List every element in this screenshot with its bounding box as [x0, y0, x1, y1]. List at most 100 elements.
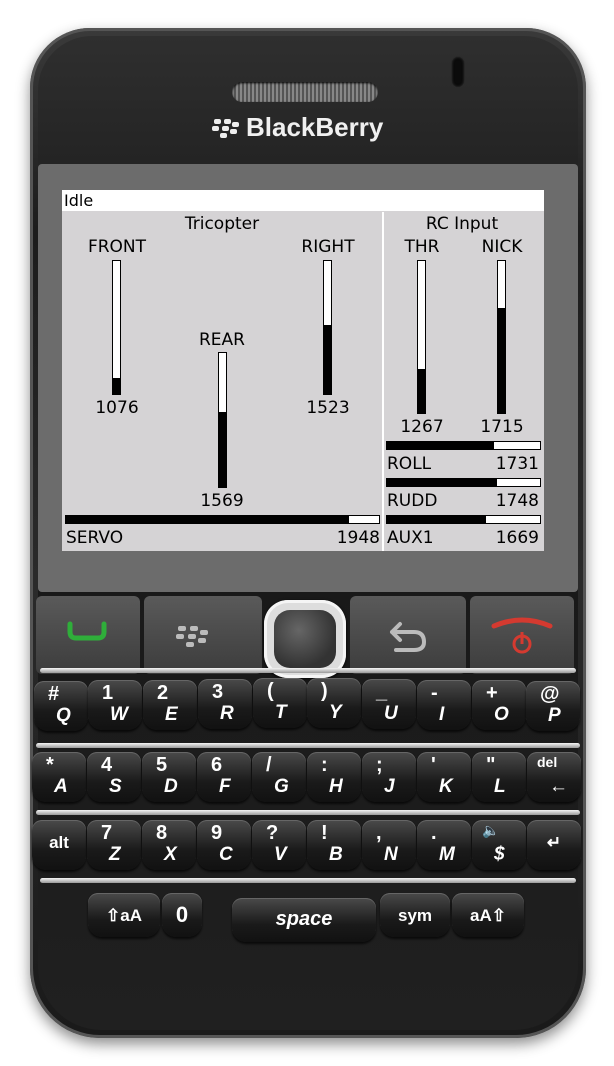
nick-bar: [497, 260, 506, 414]
shift-left-key[interactable]: ⇧aA: [88, 893, 160, 937]
key-row3-2[interactable]: 8X: [142, 820, 196, 870]
key-symbol: 2: [157, 681, 169, 704]
key-row2-2[interactable]: 5D: [142, 752, 196, 802]
key-row1-8[interactable]: + O: [472, 680, 526, 731]
key-letter: H: [329, 776, 343, 797]
key-row3-0[interactable]: alt: [32, 820, 86, 870]
key-row1-3[interactable]: 3R: [198, 678, 252, 729]
key-symbol: 3: [212, 680, 224, 703]
key-letter: W: [110, 704, 128, 726]
rudd-label: RUDD: [387, 491, 438, 511]
key-row3-3[interactable]: 9C: [197, 820, 251, 870]
nick-value: 1715: [480, 417, 524, 437]
rear-value: 1569: [200, 491, 244, 511]
servo-label: SERVO: [66, 528, 124, 548]
key-row3-9[interactable]: ↵: [527, 820, 581, 870]
key-row2-5[interactable]: :H: [307, 752, 361, 802]
key-symbol: 7: [101, 822, 113, 844]
key-row3-6[interactable]: ,N: [362, 820, 416, 870]
back-button[interactable]: [350, 596, 466, 674]
key-symbol: del: [537, 754, 558, 770]
thr-bar: [417, 260, 426, 414]
key-row1-9[interactable]: @ P: [526, 680, 580, 731]
key-symbol: 9: [211, 822, 223, 844]
blackberry-logo-icon: [212, 119, 244, 139]
key-row1-7[interactable]: -I: [417, 679, 471, 730]
notification-led: [451, 56, 465, 88]
key-row1-4[interactable]: (T: [253, 678, 307, 729]
front-label: FRONT: [87, 237, 147, 257]
key-letter: L: [494, 776, 506, 797]
right-value: 1523: [306, 398, 350, 418]
key-symbol: 6: [211, 754, 223, 776]
key-letter: D: [164, 776, 178, 797]
brand-name: BlackBerry: [246, 112, 384, 142]
key-symbol: /: [266, 754, 272, 776]
key-symbol: .: [431, 822, 437, 844]
key-letter: P: [548, 704, 561, 726]
key-row3-5[interactable]: ! B: [307, 820, 361, 870]
key-row2-8[interactable]: " L: [472, 752, 526, 802]
menu-button[interactable]: [144, 596, 262, 674]
aux1-value: 1669: [495, 528, 539, 548]
key-letter: G: [274, 776, 289, 797]
trackpad[interactable]: [264, 600, 346, 678]
key-row2-7[interactable]: ' K: [417, 752, 471, 802]
key-letter: T: [275, 702, 287, 724]
key-symbol: !: [321, 822, 328, 844]
phone-green-icon: [67, 621, 107, 641]
panel-divider: [382, 212, 384, 551]
aux1-bar: [386, 515, 541, 524]
key-row3-4[interactable]: ? V: [252, 820, 306, 870]
key-symbol: +: [486, 682, 498, 705]
roll-label: ROLL: [387, 454, 432, 474]
key-symbol: 4: [101, 754, 113, 776]
key-row1-5[interactable]: ) Y: [307, 678, 361, 729]
key-symbol: (: [267, 680, 274, 703]
key-symbol: 5: [156, 754, 168, 776]
rudd-bar: [386, 478, 541, 487]
end-call-power-icon: [491, 617, 553, 654]
key-row3-7[interactable]: .M: [417, 820, 471, 870]
key-row3-1[interactable]: 7Z: [87, 820, 141, 870]
call-button[interactable]: [36, 596, 140, 674]
end-call-button[interactable]: [470, 596, 574, 674]
zero-key[interactable]: 0: [162, 893, 202, 937]
key-row2-6[interactable]: ; J: [362, 752, 416, 802]
space-key[interactable]: space: [232, 898, 376, 942]
key-row3-8[interactable]: 🔈 $: [472, 820, 526, 870]
key-letter: A: [54, 776, 68, 797]
key-symbol: 🔈: [482, 822, 500, 838]
key-row1-1[interactable]: 1W: [88, 680, 142, 731]
key-symbol: #: [48, 682, 60, 705]
key-row1-6[interactable]: _ U: [362, 678, 416, 729]
key-row2-4[interactable]: / G: [252, 752, 306, 802]
sym-key[interactable]: sym: [380, 893, 450, 937]
key-row2-0[interactable]: * A: [32, 752, 86, 802]
key-letter: ←: [549, 776, 568, 797]
key-letter: V: [274, 844, 287, 865]
key-row2-3[interactable]: 6F: [197, 752, 251, 802]
key-row1-2[interactable]: 2E: [143, 679, 197, 730]
servo-bar: [65, 515, 380, 524]
back-arrow-icon: [390, 622, 426, 652]
roll-value: 1731: [495, 454, 539, 474]
nick-label: NICK: [481, 237, 523, 257]
rear-motor-bar: [218, 352, 227, 488]
key-row2-9[interactable]: del ←: [527, 752, 581, 802]
key-symbol: *: [46, 754, 54, 776]
servo-value: 1948: [336, 528, 380, 548]
key-symbol: 8: [156, 822, 168, 844]
roll-bar: [386, 441, 541, 450]
key-symbol: :: [321, 754, 328, 776]
key-row2-1[interactable]: 4S: [87, 752, 141, 802]
shift-right-key[interactable]: aA⇧: [452, 893, 524, 937]
front-value: 1076: [95, 398, 139, 418]
right-motor-bar: [323, 260, 332, 395]
key-letter: E: [165, 703, 178, 725]
app-screen: Idle Tricopter FRONT 1076 REAR 1569 RIGH…: [62, 190, 544, 551]
key-letter: R: [220, 702, 234, 724]
key-letter: F: [219, 776, 231, 797]
thr-value: 1267: [400, 417, 444, 437]
key-row1-0[interactable]: # Q: [34, 680, 88, 731]
